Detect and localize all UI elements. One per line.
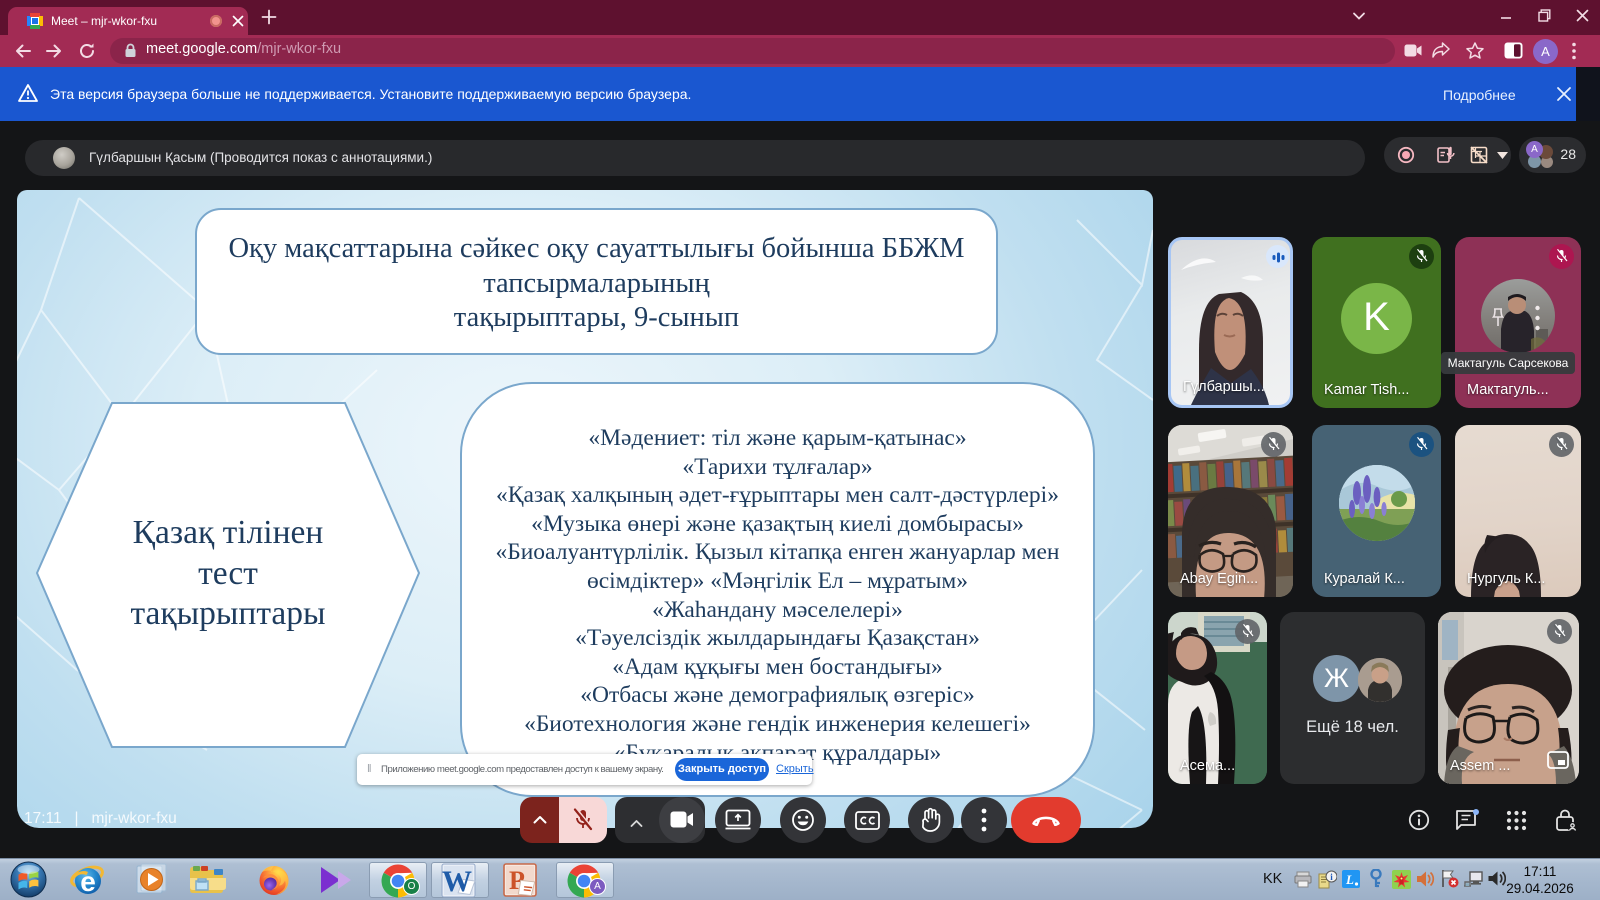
svg-text:L: L [1345,872,1354,887]
svg-text:W: W [442,865,472,898]
svg-text:e: e [80,866,96,897]
